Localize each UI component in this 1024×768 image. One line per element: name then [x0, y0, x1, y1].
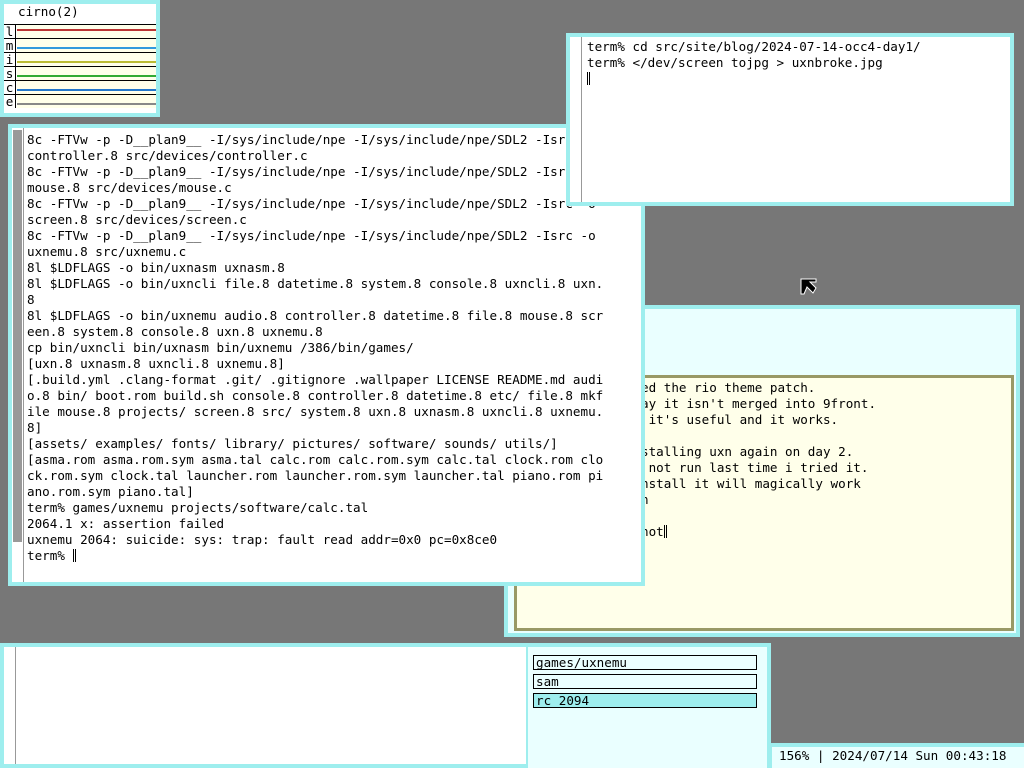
- terminal-scrollbar[interactable]: [12, 128, 24, 582]
- terminal-line: 8c -FTVw -p -D__plan9__ -I/sys/include/n…: [27, 132, 596, 147]
- terminal-line: een.8 system.8 console.8 uxn.8 uxnemu.8: [27, 324, 323, 339]
- terminal-window[interactable]: 8c -FTVw -p -D__plan9__ -I/sys/include/n…: [8, 124, 645, 586]
- terminal-line: uxnemu.8 src/uxnemu.c: [27, 244, 187, 259]
- stat-graph: [17, 25, 156, 38]
- notes-line-text: it's useful and it works.: [641, 412, 839, 427]
- notes-line-text: not run last time i tried it.: [641, 460, 869, 475]
- terminal2-scroll-thumb[interactable]: [571, 39, 580, 199]
- terminal-line: 8l $LDFLAGS -o bin/uxnemu audio.8 contro…: [27, 308, 604, 323]
- terminal-line: [.build.yml .clang-format .git/ .gitigno…: [27, 372, 604, 387]
- terminal-line: 8c -FTVw -p -D__plan9__ -I/sys/include/n…: [27, 228, 596, 243]
- notes-line: [641, 508, 876, 524]
- stat-graph: [17, 81, 156, 94]
- terminal-line: cp bin/uxncli bin/uxnasm bin/uxnemu /386…: [27, 340, 414, 355]
- terminal-line: ck.rom.sym clock.tal launcher.rom launch…: [27, 468, 604, 483]
- window-list[interactable]: games/uxnemu sam rc 2094: [528, 643, 771, 768]
- notes-line: n: [641, 492, 876, 508]
- terminal2-window[interactable]: term% cd src/site/blog/2024-07-14-occ4-d…: [566, 33, 1014, 206]
- terminal-line: 8c -FTVw -p -D__plan9__ -I/sys/include/n…: [27, 196, 596, 211]
- terminal2-scrollbar[interactable]: [570, 37, 582, 202]
- terminal-line: screen.8 src/devices/screen.c: [27, 212, 247, 227]
- notes-line: ed the rio theme patch.: [641, 380, 876, 396]
- status-bar: 156% | 2024/07/14 Sun 00:43:18: [768, 743, 1024, 768]
- terminal-text[interactable]: 8c -FTVw -p -D__plan9__ -I/sys/include/n…: [27, 132, 603, 564]
- notes-line-text: stalling uxn again on day 2.: [641, 444, 854, 459]
- terminal-line: controller.8 src/devices/controller.c: [27, 148, 308, 163]
- terminal-line: 8l $LDFLAGS -o bin/uxnasm uxnasm.8: [27, 260, 285, 275]
- terminal-line: 8]: [27, 420, 43, 435]
- terminal-line: 8c -FTVw -p -D__plan9__ -I/sys/include/n…: [27, 164, 596, 179]
- terminal-line: uxnemu 2064: suicide: sys: trap: fault r…: [27, 532, 498, 547]
- stat-graph-line: [17, 89, 156, 91]
- terminal-line: term% games/uxnemu projects/software/cal…: [27, 500, 369, 515]
- terminal-line: o.8 bin/ boot.rom build.sh console.8 con…: [27, 388, 604, 403]
- notes-line-text: ed the rio theme patch.: [641, 380, 816, 395]
- terminal-line: 8: [27, 292, 35, 307]
- text-cursor-icon: [587, 72, 590, 85]
- stat-graph: [17, 53, 156, 66]
- notes-line: nstall it will magically work: [641, 476, 876, 492]
- terminal2-text[interactable]: term% cd src/site/blog/2024-07-14-occ4-d…: [587, 39, 921, 87]
- stat-graph: [17, 95, 156, 108]
- terminal-scroll-thumb[interactable]: [13, 130, 22, 542]
- terminal-line: [uxn.8 uxnasm.8 uxncli.8 uxnemu.8]: [27, 356, 285, 371]
- terminal-line: ile mouse.8 projects/ screen.8 src/ syst…: [27, 404, 604, 419]
- stat-label: s: [4, 67, 16, 80]
- stat-row-i: i: [4, 52, 156, 66]
- stat-graph-line: [17, 61, 156, 63]
- notes-line: not: [641, 524, 876, 540]
- stats-window[interactable]: cirno(2) lmisce: [0, 0, 160, 117]
- stat-label: i: [4, 53, 16, 66]
- terminal-line: [assets/ examples/ fonts/ library/ pictu…: [27, 436, 558, 451]
- mouse-pointer-icon: [800, 278, 817, 295]
- notes-line: ay it isn't merged into 9front.: [641, 396, 876, 412]
- stats-title: cirno(2): [18, 4, 79, 19]
- window-list-item[interactable]: rc 2094: [533, 693, 757, 708]
- empty-window-scrollbar[interactable]: [4, 647, 16, 764]
- stat-graph: [17, 67, 156, 80]
- text-cursor-icon: [72, 549, 76, 562]
- stat-row-m: m: [4, 38, 156, 52]
- terminal2-line: term% cd src/site/blog/2024-07-14-occ4-d…: [587, 39, 921, 54]
- terminal-line: ano.rom.sym piano.tal]: [27, 484, 194, 499]
- window-list-item[interactable]: games/uxnemu: [533, 655, 757, 670]
- stat-row-s: s: [4, 66, 156, 80]
- empty-window-scroll-thumb[interactable]: [5, 649, 14, 759]
- notes-line-text: nstall it will magically work: [641, 476, 861, 491]
- terminal-line: mouse.8 src/devices/mouse.c: [27, 180, 232, 195]
- stat-label: c: [4, 81, 16, 94]
- stat-graph-line: [17, 47, 156, 49]
- stat-graph-line: [17, 103, 156, 105]
- notes-line-text: ay it isn't merged into 9front.: [641, 396, 877, 411]
- notes-line: [641, 428, 876, 444]
- stat-graph: [17, 39, 156, 52]
- stat-row-e: e: [4, 94, 156, 108]
- notes-line: not run last time i tried it.: [641, 460, 876, 476]
- stat-row-c: c: [4, 80, 156, 94]
- notes-line: it's useful and it works.: [641, 412, 876, 428]
- empty-window[interactable]: [0, 643, 530, 768]
- stat-row-l: l: [4, 24, 156, 38]
- terminal-line: 8l $LDFLAGS -o bin/uxncli file.8 datetim…: [27, 276, 604, 291]
- terminal2-line: term% </dev/screen tojpg > uxnbroke.jpg: [587, 55, 883, 70]
- stat-graph-line: [17, 75, 156, 77]
- terminal-line: 2064.1 x: assertion failed: [27, 516, 225, 531]
- stat-graph-line: [17, 29, 156, 31]
- stat-label: m: [4, 39, 16, 52]
- terminal2-cursor-line[interactable]: [587, 71, 921, 87]
- stat-label: l: [4, 25, 16, 38]
- terminal-prompt: term%: [27, 548, 73, 563]
- window-list-item[interactable]: sam: [533, 674, 757, 689]
- text-cursor-icon: [663, 525, 667, 538]
- terminal-prompt-line[interactable]: term%: [27, 548, 603, 564]
- stat-label: e: [4, 95, 16, 108]
- notes-line: stalling uxn again on day 2.: [641, 444, 876, 460]
- notes-text[interactable]: ed the rio theme patch. ay it isn't merge…: [641, 380, 876, 540]
- terminal-line: [asma.rom asma.rom.sym asma.tal calc.rom…: [27, 452, 604, 467]
